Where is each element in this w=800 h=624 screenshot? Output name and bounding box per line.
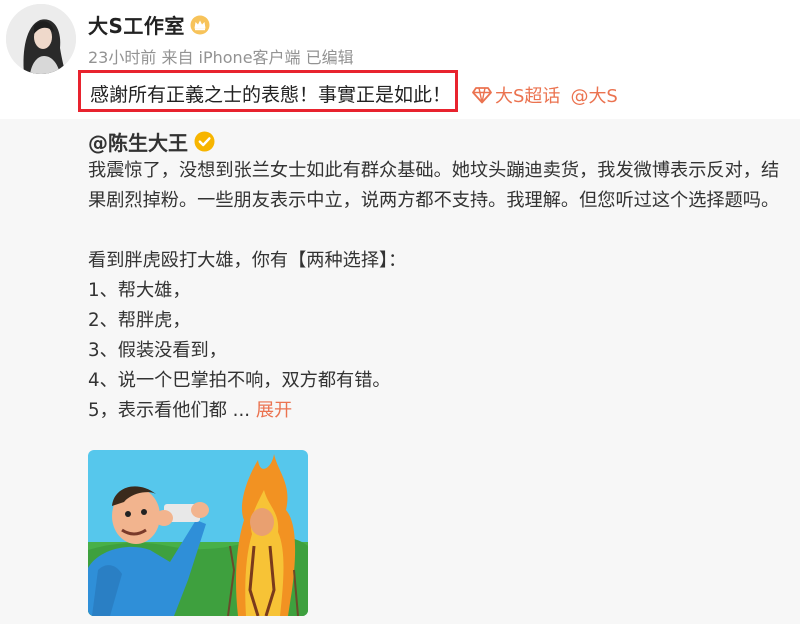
avatar[interactable] (6, 4, 76, 74)
author-row: 大S工作室 (88, 10, 210, 39)
repost-content: 我震惊了，没想到张兰女士如此有群众基础。她坟头蹦迪卖货，我发微博表示反对，结 果… (88, 156, 794, 426)
content-line: 我震惊了，没想到张兰女士如此有群众基础。她坟头蹦迪卖货，我发微博表示反对，结 (88, 160, 780, 181)
content-blank-line (88, 216, 794, 246)
content-line: 4、说一个巴掌拍不响，双方都有错。 (88, 370, 391, 391)
truncated-text: 5，表示看他们都 ... (88, 400, 251, 421)
crown-icon (190, 15, 210, 35)
content-line: 3、假装没看到， (88, 340, 227, 361)
original-author-row: @陈生大王 (88, 127, 215, 156)
content-line: 果剧烈掉粉。一些朋友表示中立，说两方都不支持。我理解。但您听过这个选择题吗。 (88, 190, 780, 211)
content-last-line: 5，表示看他们都 ... 展开 (88, 396, 794, 426)
verified-badge-icon (194, 131, 215, 152)
mention-link[interactable]: @大S (570, 82, 617, 108)
post-image[interactable] (88, 450, 308, 616)
post-text: 感謝所有正義之士的表態！事實正是如此！ (90, 84, 452, 106)
author-name[interactable]: 大S工作室 (88, 10, 185, 39)
content-line: 2、帮胖虎， (88, 310, 191, 331)
super-topic-diamond-icon (472, 86, 492, 104)
content-line: 看到胖虎殴打大雄，你有【两种选择】： (88, 250, 407, 271)
super-topic-link[interactable]: 大S超话 (495, 82, 560, 108)
expand-link[interactable]: 展开 (256, 400, 292, 421)
topic-row: 大S超话 @大S (472, 82, 618, 108)
post-meta: 23小时前 来自 iPhone客户端 已编辑 (88, 48, 354, 67)
original-author-name[interactable]: @陈生大王 (88, 127, 188, 156)
content-line: 1、帮大雄， (88, 280, 191, 301)
